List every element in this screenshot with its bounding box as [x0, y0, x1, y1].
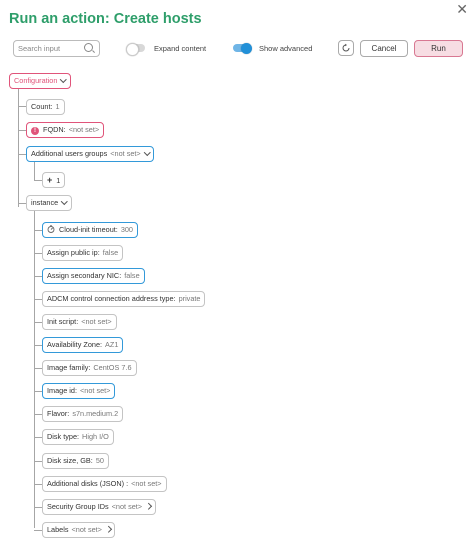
- field-count[interactable]: Count: 1: [26, 99, 65, 115]
- refresh-icon: [342, 43, 350, 52]
- error-icon: !: [31, 127, 39, 135]
- tree-line: [34, 437, 42, 438]
- field-disk-size-gb[interactable]: Disk size, GB: 50: [42, 453, 109, 469]
- field-labels[interactable]: Labels <not set>: [42, 522, 116, 538]
- instance-node[interactable]: instance: [26, 195, 72, 211]
- tree-line: [34, 484, 42, 485]
- configuration-label: Configuration: [14, 76, 58, 85]
- chevron-down-icon: [60, 75, 67, 82]
- field-security-group-ids[interactable]: Security Group IDs <not set>: [42, 499, 156, 515]
- field-image-id[interactable]: Image id: <not set>: [42, 383, 116, 399]
- field-value: <not set>: [80, 386, 111, 395]
- field-value: <not set>: [131, 479, 162, 488]
- tree-line: [18, 106, 26, 107]
- timer-icon: [47, 225, 55, 233]
- field-cloud-init-timeout[interactable]: Cloud-init timeout: 300: [42, 222, 138, 238]
- field-label: Flavor:: [47, 409, 70, 418]
- tree-line: [34, 322, 42, 323]
- field-value: AZ1: [105, 340, 119, 349]
- field-label: Disk type:: [47, 432, 80, 441]
- tree-line: [34, 345, 42, 346]
- field-value: 1: [55, 102, 60, 111]
- field-value: false: [102, 248, 119, 257]
- field-value: High I/O: [82, 432, 109, 441]
- close-icon[interactable]: ✕: [456, 2, 468, 16]
- configuration-node[interactable]: Configuration: [9, 73, 71, 89]
- field-label: instance: [31, 198, 59, 207]
- field-label: Additional users groups: [31, 149, 108, 158]
- tree-line: [34, 299, 42, 300]
- tree-line: [34, 276, 42, 277]
- field-flavor[interactable]: Flavor: s7n.medium.2: [42, 406, 124, 422]
- field-value: 50: [95, 456, 104, 465]
- field-init-script[interactable]: Init script: <not set>: [42, 314, 117, 330]
- field-label: Additional disks (JSON) :: [47, 479, 129, 488]
- field-image-family[interactable]: Image family: CentOS 7.6: [42, 360, 137, 376]
- chevron-down-icon: [61, 197, 68, 204]
- field-value: <not set>: [68, 125, 100, 134]
- field-value: <not set>: [110, 149, 141, 158]
- tree-line: [34, 461, 42, 462]
- field-adcm-control-connection-address-type[interactable]: ADCM control connection address type: pri…: [42, 291, 206, 307]
- field-fqdn[interactable]: ! FQDN: <not set>: [26, 122, 105, 138]
- tree-line: [34, 530, 42, 531]
- field-label: Cloud-init timeout:: [59, 225, 118, 234]
- run-button[interactable]: Run: [414, 40, 463, 57]
- field-assign-public-ip[interactable]: Assign public ip: false: [42, 245, 124, 261]
- field-assign-secondary-nic[interactable]: Assign secondary NIC: false: [42, 268, 145, 284]
- field-availability-zone[interactable]: Availability Zone: AZ1: [42, 337, 124, 353]
- field-label: Assign secondary NIC:: [47, 271, 122, 280]
- field-label: Disk size, GB:: [47, 456, 93, 465]
- cancel-button[interactable]: Cancel: [360, 40, 408, 57]
- field-label: ADCM control connection address type:: [47, 294, 176, 303]
- chevron-right-icon: [145, 502, 152, 509]
- field-value: <not set>: [81, 317, 112, 326]
- field-value: <not set>: [71, 525, 102, 534]
- plus-icon: +: [47, 175, 53, 185]
- tree-line: [18, 154, 26, 155]
- tree-line: [34, 180, 42, 181]
- tree-line: [18, 203, 26, 204]
- field-label: Count:: [31, 102, 53, 111]
- field-value: CentOS 7.6: [93, 363, 132, 372]
- expand-content-toggle[interactable]: [126, 42, 145, 56]
- tree-line: [34, 230, 42, 231]
- show-advanced-toggle[interactable]: [233, 42, 252, 54]
- field-label: Image family:: [47, 363, 91, 372]
- tree-line: [18, 130, 26, 131]
- field-value: false: [124, 271, 140, 280]
- add-count: 1: [56, 176, 61, 185]
- tree-line: [34, 211, 35, 528]
- show-advanced-label: Show advanced: [259, 44, 313, 53]
- tree-line: [34, 507, 42, 508]
- field-label: FQDN:: [43, 125, 66, 134]
- field-disk-type[interactable]: Disk type: High I/O: [42, 429, 114, 445]
- tree-line: [34, 253, 42, 254]
- field-label: Assign public ip:: [47, 248, 100, 257]
- field-value: 300: [120, 225, 133, 234]
- tree-line: [34, 391, 42, 392]
- expand-content-label: Expand content: [154, 44, 207, 53]
- field-label: Availability Zone:: [47, 340, 103, 349]
- field-label: Image id:: [47, 386, 78, 395]
- reset-button[interactable]: [338, 40, 354, 56]
- field-label: Labels: [47, 525, 69, 534]
- chevron-down-icon: [143, 148, 151, 155]
- field-value: s7n.medium.2: [72, 409, 119, 418]
- field-label: Security Group IDs: [47, 502, 109, 511]
- tree-line: [34, 414, 42, 415]
- field-additional-users-groups[interactable]: Additional users groups <not set>: [26, 146, 155, 162]
- tree-line: [34, 162, 35, 181]
- field-value: <not set>: [111, 502, 143, 511]
- add-item-button[interactable]: +1: [42, 172, 66, 188]
- field-additional-disks-json[interactable]: Additional disks (JSON) : <not set>: [42, 476, 167, 492]
- dialog-title: Run an action: Create hosts: [9, 11, 202, 27]
- search-icon: [84, 43, 93, 52]
- field-value: private: [178, 294, 201, 303]
- chevron-right-icon: [105, 525, 112, 532]
- field-label: Init script:: [47, 317, 79, 326]
- tree-line: [34, 368, 42, 369]
